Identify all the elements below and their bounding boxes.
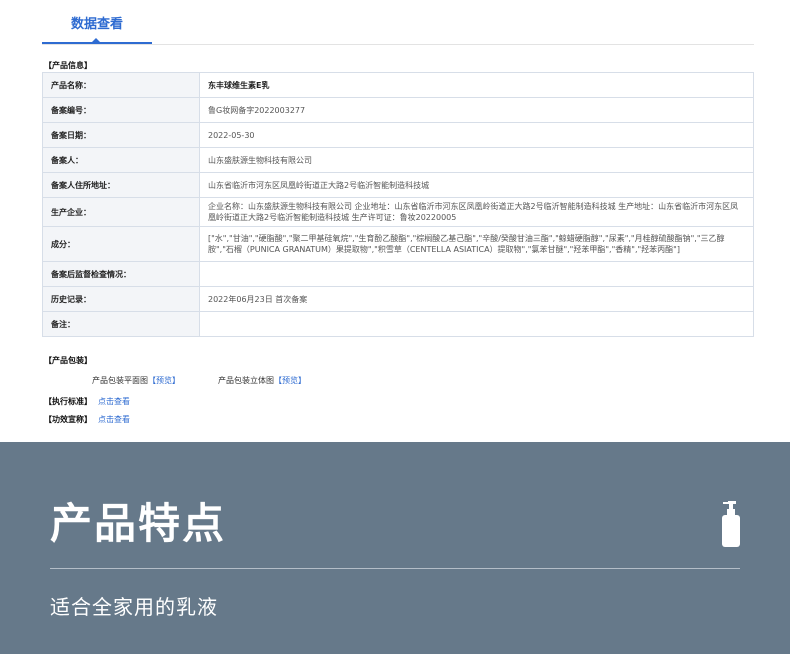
- row-value: 2022-05-30: [199, 122, 754, 148]
- table-row: 备案人： 山东盛肤源生物科技有限公司: [42, 147, 754, 173]
- table-row: 备案后监督检查情况：: [42, 261, 754, 287]
- row-value: 鲁G妆网备字2022003277: [199, 97, 754, 123]
- row-key: 备案编号：: [42, 97, 200, 123]
- row-key: 成分：: [42, 226, 200, 262]
- tab-bar: 数据查看: [42, 0, 754, 45]
- table-row: 历史记录： 2022年06月23日 首次备案: [42, 286, 754, 312]
- section-efficacy: 【功效宣称】: [44, 415, 92, 424]
- feature-title: 产品特点: [50, 499, 227, 548]
- package-flat-preview-link[interactable]: 【预览】: [148, 376, 180, 385]
- row-key: 备注：: [42, 311, 200, 337]
- standard-view-link[interactable]: 点击查看: [98, 396, 130, 407]
- package-solid-label: 产品包装立体图: [218, 376, 274, 385]
- row-key: 历史记录：: [42, 286, 200, 312]
- tab-caret-icon: [92, 38, 100, 42]
- product-info-table: 产品名称： 东丰球维生素E乳 备案编号： 鲁G妆网备字2022003277 备案…: [42, 72, 754, 337]
- row-key: 备案日期：: [42, 122, 200, 148]
- row-value: 2022年06月23日 首次备案: [199, 286, 754, 312]
- table-row: 备案人住所地址： 山东省临沂市河东区凤凰岭街道正大路2号临沂智能制造科技城: [42, 172, 754, 198]
- package-solid-item: 产品包装立体图【预览】: [218, 375, 306, 386]
- row-value: [199, 261, 754, 287]
- table-row: 备注：: [42, 311, 754, 337]
- row-value: 东丰球维生素E乳: [199, 72, 754, 98]
- package-flat-label: 产品包装平面图: [92, 376, 148, 385]
- row-key: 产品名称：: [42, 72, 200, 98]
- section-product-info: 【产品信息】: [44, 61, 92, 70]
- table-row: 备案日期： 2022-05-30: [42, 122, 754, 148]
- row-value: 山东省临沂市河东区凤凰岭街道正大路2号临沂智能制造科技城: [199, 172, 754, 198]
- row-key: 备案后监督检查情况：: [42, 261, 200, 287]
- row-key: 生产企业：: [42, 197, 200, 227]
- table-row: 备案编号： 鲁G妆网备字2022003277: [42, 97, 754, 123]
- row-value: [199, 311, 754, 337]
- row-key: 备案人住所地址：: [42, 172, 200, 198]
- feature-subtitle: 适合全家用的乳液: [50, 595, 218, 619]
- row-value: 山东盛肤源生物科技有限公司: [199, 147, 754, 173]
- table-row: 产品名称： 东丰球维生素E乳: [42, 72, 754, 98]
- lotion-bottle-icon: [722, 501, 740, 547]
- data-view-panel: 数据查看 【产品信息】 产品名称： 东丰球维生素E乳 备案编号： 鲁G妆网备字2…: [0, 0, 790, 442]
- table-row: 生产企业： 企业名称：山东盛肤源生物科技有限公司 企业地址：山东省临沂市河东区凤…: [42, 197, 754, 227]
- package-solid-preview-link[interactable]: 【预览】: [274, 376, 306, 385]
- section-product-package: 【产品包装】: [44, 356, 92, 365]
- table-row: 成分： ["水","甘油","硬脂酸","聚二甲基硅氧烷","生育酚乙酸酯","…: [42, 226, 754, 262]
- efficacy-view-link[interactable]: 点击查看: [98, 414, 130, 425]
- row-value: 企业名称：山东盛肤源生物科技有限公司 企业地址：山东省临沂市河东区凤凰岭街道正大…: [199, 197, 754, 227]
- package-flat-item: 产品包装平面图【预览】: [92, 375, 180, 386]
- feature-divider: [50, 568, 740, 569]
- row-key: 备案人：: [42, 147, 200, 173]
- row-value: ["水","甘油","硬脂酸","聚二甲基硅氧烷","生育酚乙酸酯","棕榈酸乙…: [199, 226, 754, 262]
- section-standard: 【执行标准】: [44, 397, 92, 406]
